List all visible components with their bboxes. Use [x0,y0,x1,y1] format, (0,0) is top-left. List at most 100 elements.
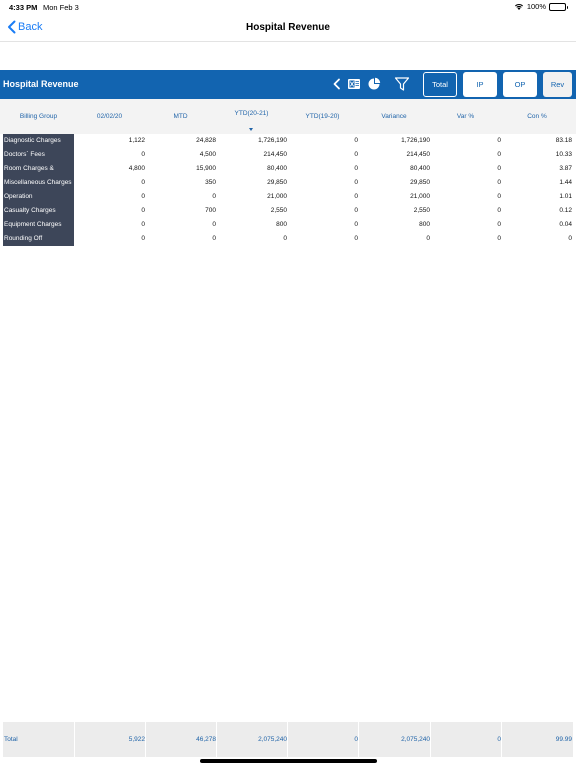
home-indicator[interactable] [200,759,377,763]
status-time: 4:33 PM [9,3,38,12]
cell-var-percent: 0 [497,151,501,158]
report-header: Hospital Revenue Total IP OP Rev [0,70,576,99]
cell-var-percent: 0 [497,193,501,200]
total-con-percent: 99.99 [555,736,572,743]
billing-group-label: Rounding Off [4,235,43,242]
column-header-variance[interactable]: Variance [358,99,430,134]
table-row[interactable]: Miscellaneous Charges 0 350 29,850 0 29,… [0,176,576,190]
cell-ytd-current: 80,400 [267,165,287,172]
billing-group-label: Equipment Charges [4,221,62,228]
cell-con-percent: 1.01 [559,193,572,200]
battery-icon [549,2,568,11]
cell-variance: 29,850 [410,179,430,186]
total-button[interactable]: Total [423,72,457,97]
cell-date: 0 [141,151,145,158]
cell-con-percent: 10.33 [555,151,572,158]
column-header-var-percent[interactable]: Var % [430,99,501,134]
report-title: Hospital Revenue [3,79,79,89]
column-header-billing-group[interactable]: Billing Group [3,99,74,134]
cell-ytd-previous: 0 [354,165,358,172]
cell-date: 0 [141,193,145,200]
cell-date: 0 [141,207,145,214]
column-divider [358,722,359,757]
cell-date: 0 [141,235,145,242]
cell-con-percent: 0.12 [559,207,572,214]
column-header-con-percent[interactable]: Con % [501,99,573,134]
total-label: Total [4,736,18,743]
rev-button[interactable]: Rev [543,72,572,97]
cell-ytd-previous: 0 [354,235,358,242]
table-row[interactable]: Doctors` Fees 0 4,500 214,450 0 214,450 … [0,148,576,162]
page-title: Hospital Revenue [246,22,330,33]
battery-percent: 100% [526,2,546,11]
status-right: 100% [514,2,568,11]
ip-button[interactable]: IP [463,72,497,97]
cell-con-percent: 0.04 [559,221,572,228]
cell-var-percent: 0 [497,165,501,172]
excel-icon[interactable] [347,77,361,91]
cell-ytd-previous: 0 [354,207,358,214]
cell-var-percent: 0 [497,137,501,144]
column-header-mtd[interactable]: MTD [145,99,216,134]
column-divider [216,722,217,757]
cell-mtd: 0 [212,221,216,228]
cell-con-percent: 3.87 [559,165,572,172]
cell-ytd-current: 2,550 [270,207,287,214]
chevron-left-icon[interactable] [330,77,344,91]
cell-variance: 2,550 [413,207,430,214]
cell-ytd-current: 29,850 [267,179,287,186]
table-row[interactable]: Room Charges & 4,800 15,900 80,400 0 80,… [0,162,576,176]
cell-variance: 214,450 [406,151,431,158]
pie-chart-icon[interactable] [367,77,381,91]
column-divider [145,722,146,757]
total-variance: 2,075,240 [401,736,430,743]
cell-ytd-current: 214,450 [263,151,288,158]
total-date: 5,922 [128,736,145,743]
cell-var-percent: 0 [497,207,501,214]
op-button[interactable]: OP [503,72,537,97]
cell-ytd-previous: 0 [354,151,358,158]
cell-date: 0 [141,179,145,186]
filter-icon[interactable] [394,76,410,92]
billing-group-label: Operation [4,193,33,200]
table-row[interactable]: Casualty Charges 0 700 2,550 0 2,550 0 0… [0,204,576,218]
status-date: Mon Feb 3 [43,3,79,12]
cell-mtd: 700 [205,207,216,214]
wifi-icon [514,3,523,10]
table-row[interactable]: Operation 0 0 21,000 0 21,000 0 1.01 [0,190,576,204]
cell-mtd: 0 [212,193,216,200]
table-row[interactable]: Equipment Charges 0 0 800 0 800 0 0.04 [0,218,576,232]
cell-variance: 0 [426,235,430,242]
cell-mtd: 24,828 [196,137,216,144]
status-bar: 4:33 PM Mon Feb 3 100% [0,0,576,14]
column-header-ytd-previous[interactable]: YTD(19-20) [287,99,358,134]
total-ytd-current: 2,075,240 [258,736,287,743]
cell-mtd: 0 [212,235,216,242]
billing-group-label: Room Charges & [4,165,54,172]
sort-arrow-icon [249,128,253,131]
total-mtd: 46,278 [196,736,216,743]
column-divider [287,722,288,757]
cell-ytd-current: 21,000 [267,193,287,200]
cell-ytd-previous: 0 [354,221,358,228]
cell-date: 0 [141,221,145,228]
cell-variance: 1,726,190 [401,137,430,144]
billing-group-label: Diagnostic Charges [4,137,61,144]
column-divider [501,722,502,757]
column-header-date[interactable]: 02/02/20 [74,99,145,134]
table-row[interactable]: Diagnostic Charges 1,122 24,828 1,726,19… [0,134,576,148]
navigation-bar: Back Hospital Revenue [0,14,576,42]
table-row[interactable]: Rounding Off 0 0 0 0 0 0 0 [0,232,576,246]
cell-variance: 800 [419,221,430,228]
cell-ytd-current: 800 [276,221,287,228]
cell-variance: 80,400 [410,165,430,172]
cell-mtd: 15,900 [196,165,216,172]
cell-ytd-previous: 0 [354,137,358,144]
cell-var-percent: 0 [497,179,501,186]
total-ytd-previous: 0 [354,736,358,743]
billing-group-label: Doctors` Fees [4,151,45,158]
column-divider [430,722,431,757]
cell-mtd: 4,500 [199,151,216,158]
cell-ytd-current: 0 [283,235,287,242]
cell-con-percent: 1.44 [559,179,572,186]
